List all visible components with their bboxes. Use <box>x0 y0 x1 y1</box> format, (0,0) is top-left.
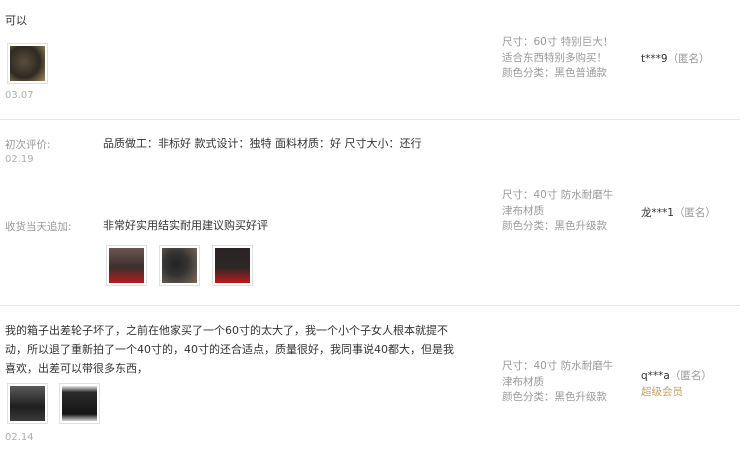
reviewer: t***9（匿名） <box>641 51 710 67</box>
anonymous-tag: （匿名） <box>669 370 712 382</box>
sku-size-extra: 津布材质 <box>502 375 544 388</box>
sku-size: 尺寸：40寸 防水耐磨牛 <box>502 189 614 201</box>
review-content: 可以 <box>5 14 27 27</box>
review-divider <box>0 305 740 306</box>
sku-info: 尺寸：40寸 防水耐磨牛 津布材质 颜色分类：黑色升级款 <box>502 188 613 235</box>
bag-photo-icon <box>10 386 45 421</box>
initial-review-label: 初次评价: <box>5 139 51 151</box>
bag-photo-icon <box>10 46 45 81</box>
review-photo-thumbnail[interactable] <box>159 245 200 286</box>
reviewer: q***a（匿名） 超级会员 <box>641 368 712 400</box>
suitcase-photo-icon <box>109 248 144 283</box>
review-date: 02.14 <box>5 432 34 443</box>
review-photo-thumbnail[interactable] <box>7 43 48 84</box>
sku-color: 颜色分类：黑色升级款 <box>502 220 607 232</box>
review-photo-thumbnail[interactable] <box>7 383 48 424</box>
anonymous-tag: （匿名） <box>667 53 710 65</box>
review-photo-thumbnail[interactable] <box>212 245 253 286</box>
review-photo-thumbnail[interactable] <box>106 245 147 286</box>
review-list: 可以 03.07 尺寸：60寸 特别巨大！ 适合东西特别多购买！ 颜色分类：黑色… <box>0 0 750 453</box>
sku-size-extra: 适合东西特别多购买！ <box>502 51 607 64</box>
sku-size-extra: 津布材质 <box>502 204 544 217</box>
review-photo-thumbnail[interactable] <box>59 383 100 424</box>
followup-review-label: 收货当天追加: <box>5 221 72 233</box>
sku-info: 尺寸：60寸 特别巨大！ 适合东西特别多购买！ 颜色分类：黑色普通款 <box>502 35 613 82</box>
member-badge: 超级会员 <box>641 386 683 398</box>
review-date: 03.07 <box>5 90 34 101</box>
sku-color: 颜色分类：黑色升级款 <box>502 391 607 403</box>
sku-size: 尺寸：40寸 防水耐磨牛 <box>502 360 614 372</box>
review-content-line: 我的箱子出差轮子坏了，之前在他家买了一个60寸的太大了，我一个小个子女人根本就提… <box>5 324 448 337</box>
review-content-line: 动，所以退了重新拍了一个40寸的，40寸的还合适点，质量很好，我同事说40都大，… <box>5 343 454 356</box>
bag-photo-icon <box>62 386 97 421</box>
review-divider <box>0 119 740 120</box>
sku-color: 颜色分类：黑色普通款 <box>502 67 607 79</box>
anonymous-tag: （匿名） <box>673 207 716 219</box>
suitcase-photo-icon <box>215 248 250 283</box>
suitcase-photo-icon <box>162 248 197 283</box>
review-content: 品质做工：非标好 款式设计：独特 面料材质：好 尺寸大小：还行 <box>103 137 422 150</box>
review-content-line: 喜欢，出差可以带很多东西， <box>5 362 148 375</box>
review-date: 02.19 <box>5 154 34 165</box>
reviewer-name: q***a <box>641 370 670 382</box>
followup-content: 非常好实用结实耐用建议购买好评 <box>103 219 268 232</box>
sku-size: 尺寸：60寸 特别巨大！ <box>502 36 614 48</box>
reviewer: 龙***1（匿名） <box>641 205 716 221</box>
review-content: 我的箱子出差轮子坏了，之前在他家买了一个60寸的太大了，我一个小个子女人根本就提… <box>5 321 495 378</box>
reviewer-name: 龙***1 <box>641 207 674 219</box>
reviewer-name: t***9 <box>641 53 668 65</box>
sku-info: 尺寸：40寸 防水耐磨牛 津布材质 颜色分类：黑色升级款 <box>502 359 613 406</box>
